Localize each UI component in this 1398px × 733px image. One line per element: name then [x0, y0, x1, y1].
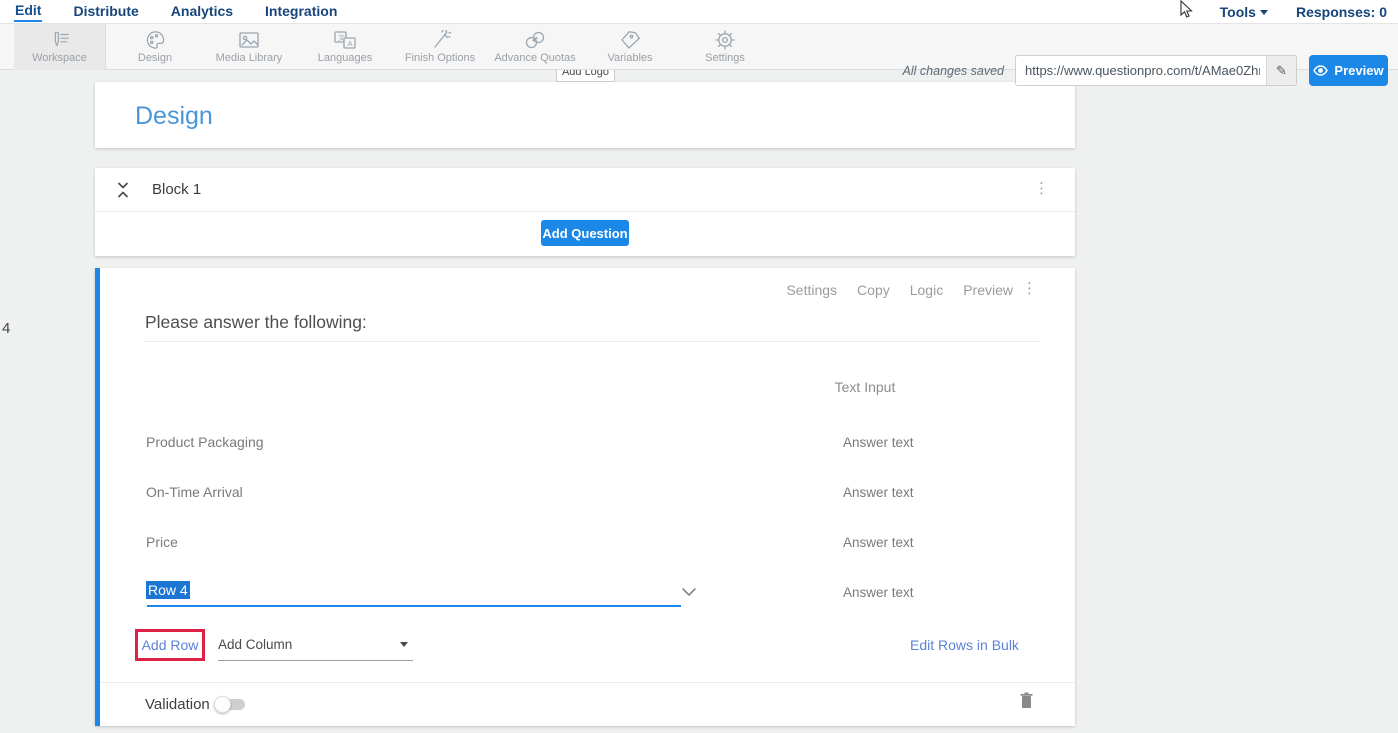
row-answer-placeholder[interactable]: Answer text — [843, 485, 914, 500]
preview-button[interactable]: Preview — [1309, 55, 1388, 86]
add-column-dropdown[interactable]: Add Column — [218, 636, 413, 661]
toolbar-item-media-library[interactable]: Media Library — [203, 24, 295, 70]
survey-url-input[interactable] — [1016, 56, 1266, 85]
block-menu-dots-icon[interactable]: ⋮ — [1034, 181, 1049, 196]
tag-icon — [619, 30, 641, 50]
row-answer-placeholder[interactable]: Answer text — [843, 585, 914, 600]
survey-toolbar: Workspace Design Media Library 文A Langua… — [0, 24, 1398, 70]
add-row-button[interactable]: Add Row — [142, 637, 199, 653]
toolbar-item-label: Finish Options — [405, 52, 475, 64]
question-logic-link[interactable]: Logic — [910, 282, 943, 298]
question-settings-link[interactable]: Settings — [786, 282, 837, 298]
row-label[interactable]: Product Packaging — [146, 434, 264, 450]
toolbar-item-finish-options[interactable]: Finish Options — [394, 24, 486, 70]
question-footer-divider — [100, 682, 1075, 683]
menu-edit[interactable]: Edit — [14, 1, 42, 22]
menu-distribute[interactable]: Distribute — [72, 2, 139, 21]
workspace-icon — [49, 30, 71, 50]
image-icon — [238, 30, 260, 50]
edit-rows-in-bulk-link[interactable]: Edit Rows in Bulk — [910, 637, 1019, 653]
toolbar-item-workspace[interactable]: Workspace — [14, 24, 106, 70]
save-status-text: All changes saved — [903, 55, 1004, 86]
toolbar-item-settings[interactable]: Settings — [679, 24, 771, 70]
question-actions: Settings Copy Logic Preview — [786, 282, 1013, 298]
toolbar-item-advance-quotas[interactable]: Advance Quotas — [489, 24, 581, 70]
validation-toggle[interactable] — [217, 699, 245, 710]
question-menu-dots-icon[interactable]: ⋮ — [1022, 281, 1037, 296]
row-label[interactable]: Price — [146, 534, 178, 550]
responses-count[interactable]: Responses: 0 — [1295, 3, 1388, 22]
delete-question-trash-icon[interactable] — [1019, 692, 1034, 714]
toolbar-item-variables[interactable]: Variables — [584, 24, 676, 70]
translate-icon: 文A — [334, 30, 356, 50]
survey-url-field: ✎ — [1015, 55, 1297, 86]
svg-text:A: A — [348, 39, 353, 48]
column-header-text-input: Text Input — [790, 379, 940, 395]
gear-icon — [714, 30, 736, 50]
question-preview-link[interactable]: Preview — [963, 282, 1013, 298]
row-answer-placeholder[interactable]: Answer text — [843, 535, 914, 550]
row-label[interactable]: On-Time Arrival — [146, 484, 243, 500]
question-copy-link[interactable]: Copy — [857, 282, 890, 298]
toolbar-item-languages[interactable]: 文A Languages — [299, 24, 391, 70]
tools-dropdown[interactable]: Tools — [1219, 3, 1269, 22]
top-menu-bar: Edit Distribute Analytics Integration To… — [0, 0, 1398, 24]
question-number: 4 — [2, 320, 10, 337]
row4-input-underline — [147, 605, 681, 607]
page-title: Design — [135, 102, 213, 131]
top-menu-right: Tools Responses: 0 — [1219, 0, 1388, 24]
collapse-block-icon[interactable] — [116, 182, 130, 203]
question-title-underline — [145, 341, 1040, 342]
add-row-highlight-box: Add Row — [135, 629, 205, 661]
row4-chevron-down-icon[interactable] — [681, 584, 697, 602]
toolbar-item-label: Settings — [705, 52, 745, 64]
preview-button-label: Preview — [1334, 63, 1383, 78]
toolbar-item-label: Languages — [318, 52, 372, 64]
toolbar-item-label: Advance Quotas — [494, 52, 575, 64]
block-header: Block 1 ⋮ — [95, 168, 1075, 212]
menu-analytics[interactable]: Analytics — [170, 2, 234, 21]
block-panel: Block 1 ⋮ Add Question — [95, 168, 1075, 256]
toolbar-item-label: Variables — [607, 52, 652, 64]
block-title: Block 1 — [152, 181, 201, 198]
validation-label: Validation — [145, 696, 210, 713]
chevron-down-icon — [400, 642, 408, 647]
svg-text:文: 文 — [338, 33, 345, 42]
eye-icon — [1313, 65, 1328, 76]
question-editor-card: Settings Copy Logic Preview ⋮ Please ans… — [95, 268, 1075, 726]
toolbar-item-label: Workspace — [32, 52, 87, 64]
chevron-down-icon — [1260, 10, 1268, 15]
toolbar-item-design[interactable]: Design — [109, 24, 201, 70]
toggle-knob — [214, 696, 231, 713]
row4-edit-field[interactable]: Row 4 — [146, 582, 190, 600]
row-answer-placeholder[interactable]: Answer text — [843, 435, 914, 450]
add-question-button[interactable]: Add Question — [541, 220, 629, 246]
row4-selected-text[interactable]: Row 4 — [146, 581, 190, 599]
toolbar-item-label: Media Library — [216, 52, 283, 64]
add-column-label: Add Column — [218, 637, 292, 652]
design-panel: Design — [95, 82, 1075, 148]
question-title[interactable]: Please answer the following: — [145, 312, 367, 333]
palette-icon — [144, 30, 166, 50]
menu-integration[interactable]: Integration — [264, 2, 338, 21]
chain-icon — [524, 30, 546, 50]
edit-url-pencil-icon[interactable]: ✎ — [1266, 56, 1296, 85]
wand-icon — [429, 30, 451, 50]
toolbar-item-label: Design — [138, 52, 172, 64]
